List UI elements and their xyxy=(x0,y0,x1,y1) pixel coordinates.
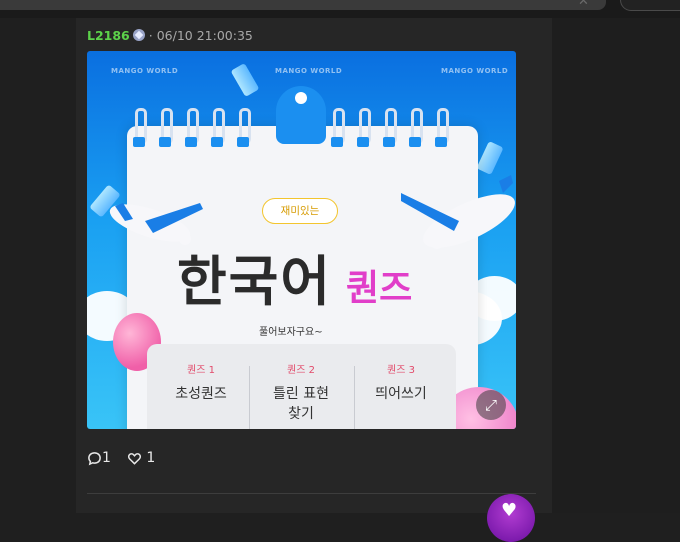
heart-icon xyxy=(128,452,142,465)
quiz-number: 퀀즈 3 xyxy=(387,365,415,376)
level-badge-icon xyxy=(132,29,145,41)
quiz-name: 틀린 표현 찾기 xyxy=(273,386,329,422)
spiral-hole xyxy=(357,137,369,147)
browser-top-strip: ✕ xyxy=(0,0,680,18)
banner-title-accent: 퀀즈 xyxy=(346,268,413,309)
like-button[interactable]: 1 xyxy=(127,450,155,466)
scrollbar-track[interactable] xyxy=(0,0,606,10)
top-right-tab[interactable] xyxy=(620,0,680,11)
quiz-item: 퀀즈 3 띄어쓰기 xyxy=(353,361,449,404)
confetti xyxy=(230,63,260,97)
quiz-name: 띄어쓰기 xyxy=(375,386,427,402)
quiz-item: 퀀즈 2 틀린 표현 찾기 xyxy=(253,361,349,424)
post-divider xyxy=(87,493,536,494)
comment-button[interactable]: 1 xyxy=(87,450,115,466)
like-count: 1 xyxy=(146,450,156,466)
spiral-hole xyxy=(185,137,197,147)
spiral-hole xyxy=(211,137,223,147)
spiral-hole xyxy=(237,137,249,147)
spiral-hole xyxy=(383,137,395,147)
quiz-number: 퀀즈 2 xyxy=(287,365,315,376)
quiz-name: 초성퀀즈 xyxy=(175,386,227,402)
quiz-item: 퀀즈 1 초성퀀즈 xyxy=(153,361,249,404)
watermark: MANGO WORLD xyxy=(275,67,343,75)
spiral-hole xyxy=(331,137,343,147)
post-actions: 1 1 xyxy=(87,450,155,470)
tagline-pill: 재미있는 xyxy=(262,198,338,224)
watermark: MANGO WORLD xyxy=(441,67,509,75)
confetti xyxy=(476,141,504,175)
avatar[interactable] xyxy=(487,494,535,542)
comment-count: 1 xyxy=(102,450,111,466)
spiral-hole xyxy=(409,137,421,147)
expand-icon[interactable]: ⤢ xyxy=(476,390,506,420)
banner-subtitle: 풀어보자구요~ xyxy=(259,327,323,338)
banner-title: 한국어 xyxy=(177,250,333,313)
spiral-hole xyxy=(133,137,145,147)
airplane-right xyxy=(401,175,515,249)
quiz-number: 퀀즈 1 xyxy=(187,365,215,376)
watermark: MANGO WORLD xyxy=(111,67,179,75)
spiral-hole xyxy=(435,137,447,147)
post-image[interactable]: MANGO WORLD MANGO WORLD MANGO WORLD 재미있는… xyxy=(87,51,516,429)
pad-hanger xyxy=(276,86,326,144)
post-username[interactable]: L2186 xyxy=(87,28,130,43)
close-icon[interactable]: ✕ xyxy=(578,0,589,9)
spiral-hole xyxy=(159,137,171,147)
divider xyxy=(249,366,250,429)
right-gutter xyxy=(552,18,680,513)
comment-icon xyxy=(88,451,101,465)
post-timestamp: · 06/10 21:00:35 xyxy=(148,28,253,43)
post-meta: L2186 · 06/10 21:00:35 xyxy=(87,28,253,43)
